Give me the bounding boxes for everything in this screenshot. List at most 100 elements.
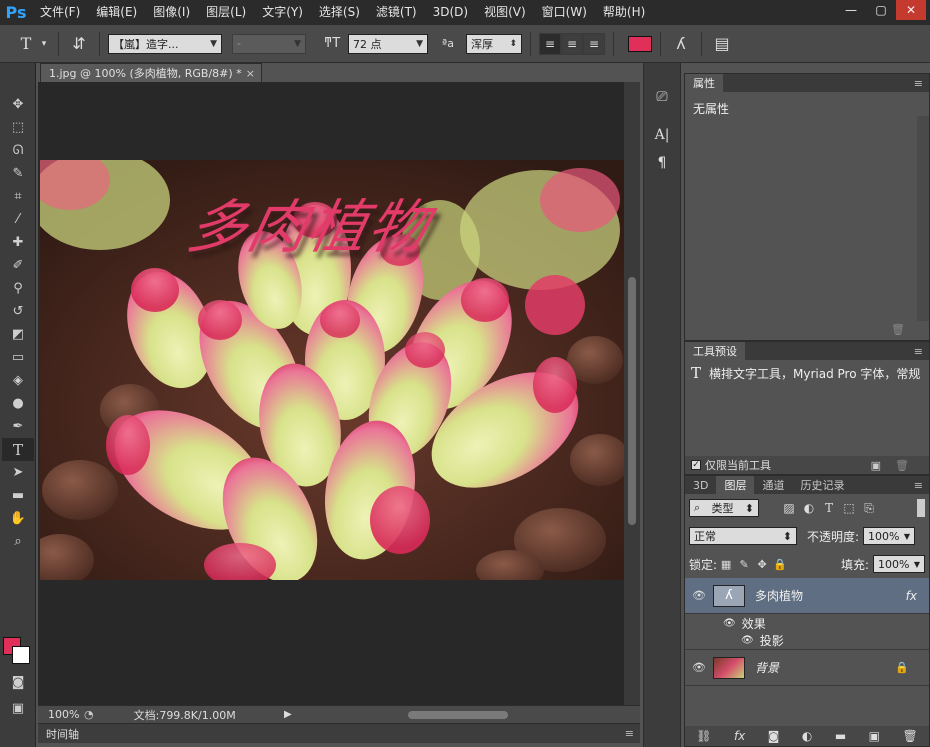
tool-preset-item[interactable]: T 横排文字工具，Myriad Pro 字体，常规	[685, 360, 929, 386]
rectangle-tool-icon[interactable]: ▬	[2, 484, 34, 507]
status-info-icon[interactable]: ◔	[84, 708, 94, 721]
menu-view[interactable]: 视图(V)	[476, 0, 534, 25]
layer-effect-drop-shadow[interactable]: 👁 投影	[685, 632, 929, 650]
image-text-layer[interactable]: 多肉植物	[181, 180, 439, 264]
new-preset-icon[interactable]: ▣	[871, 459, 881, 472]
trash-icon[interactable]: 🗑	[902, 729, 917, 743]
history-brush-tool-icon[interactable]: ↺	[2, 300, 34, 323]
background-color-swatch[interactable]	[12, 646, 30, 664]
blend-mode-select[interactable]: 正常 ⬍	[689, 527, 797, 545]
menu-file[interactable]: 文件(F)	[32, 0, 88, 25]
panel-menu-icon[interactable]: ≡	[914, 476, 929, 494]
properties-scrollbar[interactable]	[917, 116, 929, 321]
tab-channels[interactable]: 通道	[754, 476, 792, 494]
tab-history[interactable]: 历史记录	[792, 476, 852, 494]
marquee-tool-icon[interactable]: ⬚	[2, 116, 34, 139]
font-size-select[interactable]: 72 点 ▼	[348, 33, 428, 54]
new-group-icon[interactable]: ▬	[835, 729, 846, 743]
menu-type[interactable]: 文字(Y)	[254, 0, 311, 25]
scrollbar-thumb[interactable]	[408, 711, 508, 719]
scrollbar-thumb[interactable]	[628, 277, 636, 525]
text-color-swatch[interactable]	[628, 35, 652, 52]
healing-brush-tool-icon[interactable]: ✚	[2, 231, 34, 254]
eyedropper-tool-icon[interactable]: ⁄	[2, 208, 34, 231]
tool-presets-icon[interactable]: ⎚	[644, 83, 680, 111]
quick-select-tool-icon[interactable]: ✎	[2, 162, 34, 185]
menu-select[interactable]: 选择(S)	[311, 0, 368, 25]
eye-icon[interactable]: 👁	[723, 618, 736, 629]
trash-icon[interactable]: 🗑	[895, 459, 909, 472]
clone-stamp-tool-icon[interactable]: ⚲	[2, 277, 34, 300]
align-left-button[interactable]: ≡	[539, 32, 561, 55]
document-tab[interactable]: 1.jpg @ 100% (多肉植物, RGB/8#) * ×	[40, 63, 262, 82]
path-selection-tool-icon[interactable]: ➤	[2, 461, 34, 484]
toggle-orientation-icon[interactable]: ⇵	[67, 34, 91, 53]
panel-menu-icon[interactable]: ≡	[625, 727, 634, 740]
menu-image[interactable]: 图像(I)	[145, 0, 198, 25]
lasso-tool-icon[interactable]: ᘏ	[2, 139, 34, 162]
character-panel-icon[interactable]: ▤	[710, 34, 734, 53]
layer-background[interactable]: 👁 背景 🔒	[685, 650, 929, 686]
antialias-select[interactable]: 浑厚 ⬍	[466, 33, 522, 54]
add-mask-icon[interactable]: ◙	[768, 729, 780, 743]
lock-all-icon[interactable]: 🔒	[771, 558, 789, 571]
screen-mode-icon[interactable]: ▣	[2, 697, 34, 720]
eye-icon[interactable]: 👁	[685, 589, 713, 602]
menu-window[interactable]: 窗口(W)	[534, 0, 595, 25]
gradient-tool-icon[interactable]: ▭	[2, 346, 34, 369]
eraser-tool-icon[interactable]: ◩	[2, 323, 34, 346]
menu-3d[interactable]: 3D(D)	[425, 0, 476, 25]
character-icon[interactable]: A|	[644, 121, 680, 149]
brush-tool-icon[interactable]: ✐	[2, 254, 34, 277]
zoom-level[interactable]: 100%	[38, 708, 84, 721]
tab-properties[interactable]: 属性	[685, 74, 723, 92]
crop-tool-icon[interactable]: ⌗	[2, 185, 34, 208]
pen-tool-icon[interactable]: ✒	[2, 415, 34, 438]
tab-3d[interactable]: 3D	[685, 476, 716, 494]
document-image[interactable]: 多肉植物	[40, 160, 624, 580]
lock-position-icon[interactable]: ✥	[753, 558, 771, 571]
link-layers-icon[interactable]: ⛓	[696, 729, 711, 743]
hand-tool-icon[interactable]: ✋	[2, 507, 34, 530]
current-tool-only-checkbox[interactable]: ✓	[691, 460, 701, 470]
type-tool-icon[interactable]: T	[2, 438, 34, 461]
warp-text-icon[interactable]: ʎ	[669, 34, 693, 53]
type-tool-preset-icon[interactable]: T	[14, 34, 38, 53]
dropdown-caret-icon[interactable]: ▾	[38, 39, 50, 49]
menu-help[interactable]: 帮助(H)	[595, 0, 653, 25]
zoom-tool-icon[interactable]: ⌕	[2, 530, 34, 553]
tab-tool-presets[interactable]: 工具预设	[685, 342, 745, 360]
status-menu-arrow-icon[interactable]: ▶	[284, 709, 292, 720]
opacity-input[interactable]: 100% ▼	[863, 527, 916, 545]
filter-type-icon[interactable]: T	[819, 501, 839, 515]
panel-menu-icon[interactable]: ≡	[914, 74, 929, 92]
close-icon[interactable]: ×	[246, 67, 255, 80]
tab-layers[interactable]: 图层	[716, 476, 755, 494]
filter-smart-object-icon[interactable]: ⎘	[859, 501, 879, 516]
filter-pixel-icon[interactable]: ▨	[779, 501, 799, 515]
lock-transparent-icon[interactable]: ▦	[717, 558, 735, 571]
lock-image-icon[interactable]: ✎	[735, 558, 753, 571]
paragraph-icon[interactable]: ¶	[644, 149, 680, 177]
move-tool-icon[interactable]: ✥	[2, 93, 34, 116]
layer-text[interactable]: 👁 ʎ 多肉植物 fx	[685, 578, 929, 614]
trash-icon[interactable]: 🗑	[891, 323, 905, 336]
blur-tool-icon[interactable]: ◈	[2, 369, 34, 392]
document-horizontal-scrollbar[interactable]	[338, 709, 658, 721]
fx-icon[interactable]: fx	[906, 589, 917, 603]
filter-toggle-icon[interactable]	[917, 499, 925, 517]
filter-shape-icon[interactable]: ⬚	[839, 501, 859, 515]
document-vertical-scrollbar[interactable]	[624, 82, 640, 705]
add-style-icon[interactable]: fx	[734, 729, 745, 743]
close-button[interactable]: ✕	[896, 0, 926, 20]
minimize-button[interactable]: —	[836, 0, 866, 20]
menu-layer[interactable]: 图层(L)	[198, 0, 254, 25]
adjustment-layer-icon[interactable]: ◐	[802, 729, 812, 743]
font-family-select[interactable]: 【嵐】造字... ▼	[108, 33, 222, 54]
quick-mask-icon[interactable]: ◙	[2, 671, 34, 694]
new-layer-icon[interactable]: ▣	[869, 729, 880, 743]
dodge-tool-icon[interactable]: ●	[2, 392, 34, 415]
menu-filter[interactable]: 滤镜(T)	[368, 0, 425, 25]
fill-input[interactable]: 100% ▼	[873, 555, 925, 573]
eye-icon[interactable]: 👁	[741, 635, 754, 646]
